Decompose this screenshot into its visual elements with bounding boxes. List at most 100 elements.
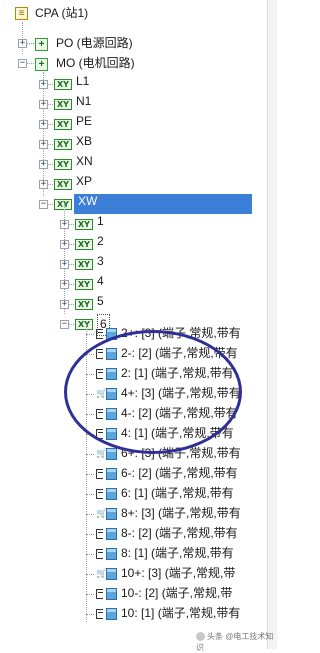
cable-expander[interactable]: + xyxy=(39,120,48,129)
terminal-cart-icon: 🛒 xyxy=(96,508,118,521)
terminal-item[interactable]: 8-: [2] (端子,常规,带有 xyxy=(121,524,238,544)
terminal-item[interactable]: 6-: [2] (端子,常规,带有 xyxy=(121,464,238,484)
terminal-cube-icon xyxy=(106,488,117,500)
cable-xy-icon: XY xyxy=(54,199,72,210)
wire-expander[interactable]: + xyxy=(60,300,69,309)
bracket-glyph-icon xyxy=(98,432,103,435)
terminal-cube-icon xyxy=(106,468,117,480)
terminal-cart-icon: 🛒 xyxy=(96,448,118,461)
wire-expander[interactable]: − xyxy=(60,320,69,329)
terminal-cart-icon: 🛒 xyxy=(96,388,118,401)
terminal-item[interactable]: 6: [1] (端子,常规,带有 xyxy=(121,484,234,504)
wire-expander[interactable]: + xyxy=(60,240,69,249)
terminal-cube-icon xyxy=(106,508,117,520)
terminal-item[interactable]: 2-: [2] (端子,常规,带有 xyxy=(121,344,238,364)
group-label[interactable]: MO (电机回路) xyxy=(56,54,135,74)
cable-expander[interactable]: + xyxy=(39,100,48,109)
cable-xy-icon: XY xyxy=(54,99,72,110)
project-tree[interactable]: ≡ CPA (站1) + + PO (电源回路) − + MO (电机回路) + XY L1 + XY N… xyxy=(0,0,276,649)
bracket-glyph-icon xyxy=(98,412,103,415)
terminal-item[interactable]: 10+: [3] (端子,常规,带 xyxy=(121,564,235,584)
terminal-item[interactable]: 4-: [2] (端子,常规,带有 xyxy=(121,404,238,424)
bracket-glyph-icon xyxy=(98,352,103,355)
watermark: 头条 @电工技术知识 xyxy=(196,631,276,653)
tree-connector-line xyxy=(86,354,94,355)
terminal-item[interactable]: 10: [1] (端子,常规,带有 xyxy=(121,604,240,624)
terminal-icon xyxy=(96,468,118,481)
cable-item[interactable]: PE xyxy=(76,114,92,134)
cable-expander[interactable]: + xyxy=(39,140,48,149)
terminal-item[interactable]: 2: [1] (端子,常规,带有 xyxy=(121,364,234,384)
wire-item[interactable]: 4 xyxy=(97,274,104,294)
cable-expander[interactable]: − xyxy=(39,200,48,209)
watermark-logo-icon xyxy=(196,632,205,642)
terminal-item[interactable]: 6+: [3] (端子,常规,带有 xyxy=(121,444,241,464)
terminal-icon xyxy=(96,428,118,441)
project-list-icon: ≡ xyxy=(15,7,28,20)
tree-connector-line xyxy=(43,72,44,196)
terminal-cube-icon xyxy=(106,388,117,400)
terminal-item[interactable]: 4+: [3] (端子,常规,带有 xyxy=(121,384,241,404)
vertical-scrollbar[interactable] xyxy=(267,0,277,649)
terminal-item[interactable]: 8+: [3] (端子,常规,带有 xyxy=(121,504,241,524)
group-label[interactable]: PO (电源回路) xyxy=(56,34,133,54)
bracket-glyph-icon xyxy=(98,612,103,615)
cable-item[interactable]: L1 xyxy=(76,74,89,94)
terminal-icon xyxy=(96,408,118,421)
terminal-cube-icon xyxy=(106,408,117,420)
terminal-cube-icon xyxy=(106,548,117,560)
terminal-cube-icon xyxy=(106,348,117,360)
cable-item[interactable]: XB xyxy=(76,134,92,154)
wire-item[interactable]: 2 xyxy=(97,234,104,254)
tree-connector-line xyxy=(86,514,94,515)
tree-connector-line xyxy=(86,554,94,555)
cable-item[interactable]: XN xyxy=(76,154,93,174)
wire-item[interactable]: 1 xyxy=(97,214,104,234)
terminal-item[interactable]: 10-: [2] (端子,常规,带 xyxy=(121,584,232,604)
bracket-glyph-icon xyxy=(98,332,103,335)
tree-connector-line xyxy=(86,334,94,335)
bracket-glyph-icon xyxy=(98,532,103,535)
wire-item[interactable]: 3 xyxy=(97,254,104,274)
terminal-item[interactable]: 8: [1] (端子,常规,带有 xyxy=(121,544,234,564)
tree-connector-line xyxy=(86,394,94,395)
cart-glyph-icon: 🛒 xyxy=(96,388,108,398)
terminal-icon xyxy=(96,348,118,361)
terminal-cube-icon xyxy=(106,528,117,540)
wire-expander[interactable]: + xyxy=(60,260,69,269)
cable-expander[interactable]: + xyxy=(39,180,48,189)
terminal-cube-icon xyxy=(106,588,117,600)
cable-xy-icon: XY xyxy=(54,159,72,170)
bracket-glyph-icon xyxy=(98,552,103,555)
circuit-group-icon: + xyxy=(35,58,48,71)
terminal-item[interactable]: 4: [1] (端子,常规,带有 xyxy=(121,424,234,444)
tree-connector-line xyxy=(86,374,94,375)
cable-xy-icon: XY xyxy=(75,299,93,310)
cart-glyph-icon: 🛒 xyxy=(96,568,108,578)
terminal-item[interactable]: 2+: [3] (端子,常规,带有 xyxy=(121,324,241,344)
terminal-icon xyxy=(96,328,118,341)
cable-xy-icon: XY xyxy=(54,79,72,90)
bracket-glyph-icon xyxy=(98,592,103,595)
wire-expander[interactable]: + xyxy=(60,280,69,289)
terminal-icon xyxy=(96,548,118,561)
cable-item-selected[interactable]: XW xyxy=(74,194,252,214)
terminal-icon xyxy=(96,488,118,501)
wire-item[interactable]: 5 xyxy=(97,294,104,314)
cable-expander[interactable]: + xyxy=(39,80,48,89)
cable-expander[interactable]: + xyxy=(39,160,48,169)
bracket-glyph-icon xyxy=(98,492,103,495)
tree-root-label[interactable]: CPA (站1) xyxy=(35,4,88,24)
wire-expander[interactable]: + xyxy=(60,220,69,229)
group-expander[interactable]: − xyxy=(18,59,27,68)
terminal-cube-icon xyxy=(106,428,117,440)
cable-item[interactable]: XP xyxy=(76,174,92,194)
terminal-icon xyxy=(96,528,118,541)
terminal-cube-icon xyxy=(106,328,117,340)
tree-connector-line xyxy=(86,324,87,622)
tree-connector-line xyxy=(86,574,94,575)
tree-connector-line xyxy=(86,474,94,475)
cable-item[interactable]: N1 xyxy=(76,94,91,114)
group-expander[interactable]: + xyxy=(18,39,27,48)
tree-connector-line xyxy=(86,494,94,495)
